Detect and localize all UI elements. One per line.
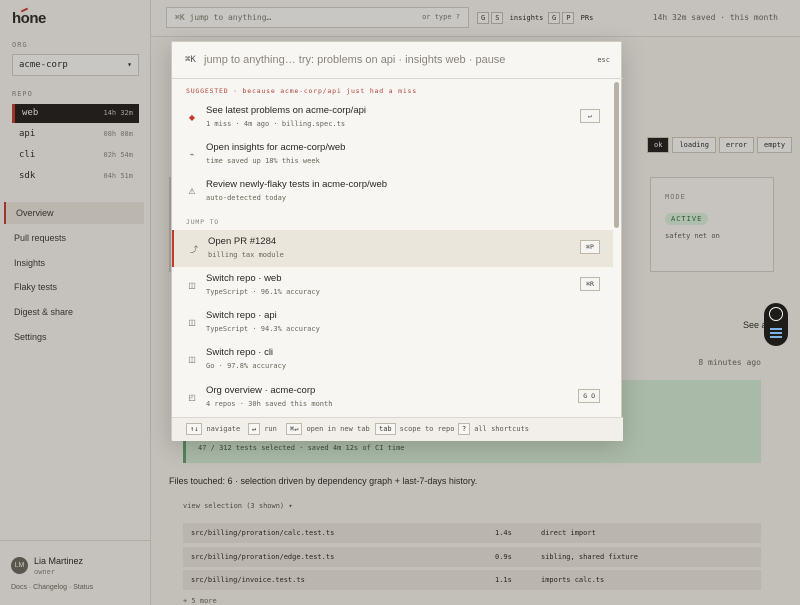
palette-scrollbar[interactable] — [614, 82, 619, 228]
item-subtitle: TypeScript · 94.3% accuracy — [206, 325, 320, 333]
diamond-icon: ◆ — [188, 113, 196, 122]
footer-hint-navigate: ↑↓ navigate — [186, 423, 240, 435]
palette-results: SUGGESTED · because acme-corp/api just h… — [172, 79, 613, 417]
section-suggested: SUGGESTED · because acme-corp/api just h… — [186, 87, 417, 95]
command-palette: ⌘K jump to anything… try: problems on ap… — [171, 41, 623, 441]
pull-request-icon: ⤴ — [190, 245, 198, 254]
palette-item-switch-api[interactable]: ◫ Switch repo · api TypeScript · 94.3% a… — [172, 304, 613, 341]
palette-item-latest-problems[interactable]: ◆ See latest problems on acme-corp/api 1… — [172, 99, 613, 136]
item-title: Open PR #1284 — [208, 236, 277, 247]
section-jump-to: JUMP TO — [186, 218, 219, 226]
item-title: Review newly-flaky tests in acme-corp/we… — [206, 179, 388, 190]
item-subtitle: auto-detected today — [206, 194, 287, 202]
palette-footer: ↑↓ navigate ↵ run ⌘↵ open in new tab tab sco… — [172, 417, 623, 441]
repo-icon: ◫ — [188, 281, 196, 290]
item-subtitle: billing tax module — [208, 251, 284, 259]
footer-hint-new-tab: ⌘↵ open in new tab — [286, 423, 370, 435]
menu-icon — [770, 328, 782, 338]
item-title: Switch repo · web — [206, 273, 282, 284]
palette-search-input[interactable]: jump to anything… try: problems on api ·… — [204, 54, 505, 66]
item-title: Switch repo · cli — [206, 347, 274, 358]
command-key-icon: ⌘K — [185, 55, 196, 65]
item-title: Switch repo · api — [206, 310, 277, 321]
repo-icon: ◫ — [188, 355, 196, 364]
item-title: Open insights for acme-corp/web — [206, 142, 346, 153]
footer-hint-scope: tab scope to repo — [375, 423, 454, 435]
chat-icon — [769, 307, 783, 321]
repo-icon: ◫ — [188, 318, 196, 327]
palette-item-open-insights[interactable]: ⌁ Open insights for acme-corp/web time s… — [172, 136, 613, 173]
trend-icon: ⌁ — [189, 150, 195, 159]
item-title: Org overview · acme-corp — [206, 385, 316, 396]
item-subtitle: 4 repos · 30h saved this month — [206, 400, 333, 408]
footer-hint-shortcuts: ? all shortcuts — [458, 423, 529, 435]
enter-key-hint: ↵ — [580, 109, 600, 123]
item-subtitle: TypeScript · 96.1% accuracy — [206, 288, 320, 296]
palette-item-switch-web[interactable]: ◫ Switch repo · web TypeScript · 96.1% a… — [172, 267, 613, 304]
palette-item-switch-cli[interactable]: ◫ Switch repo · cli Go · 97.8% accuracy — [172, 341, 613, 378]
item-subtitle: time saved up 18% this week — [206, 157, 320, 165]
palette-item-open-pr[interactable]: ⤴ Open PR #1284 billing tax module ⌘P — [172, 230, 613, 267]
shortcut-hint: ⌘R — [580, 277, 600, 291]
item-subtitle: Go · 97.8% accuracy — [206, 362, 287, 370]
org-icon: ◰ — [188, 393, 196, 402]
item-subtitle: 1 miss · 4m ago · billing.spec.ts — [206, 120, 346, 128]
chat-widget-button[interactable] — [764, 303, 788, 346]
shortcut-hint: ⌘P — [580, 240, 600, 254]
item-title: See latest problems on acme-corp/api — [206, 105, 366, 116]
palette-item-org-overview[interactable]: ◰ Org overview · acme-corp 4 repos · 30h… — [172, 379, 613, 416]
palette-header: ⌘K jump to anything… try: problems on ap… — [172, 42, 623, 79]
footer-hint-run: ↵ run — [248, 423, 277, 435]
warning-icon: ⚠ — [188, 187, 196, 196]
close-esc-hint[interactable]: esc — [597, 56, 610, 64]
shortcut-hint: G O — [578, 389, 600, 403]
palette-item-flaky-tests[interactable]: ⚠ Review newly-flaky tests in acme-corp/… — [172, 173, 613, 210]
